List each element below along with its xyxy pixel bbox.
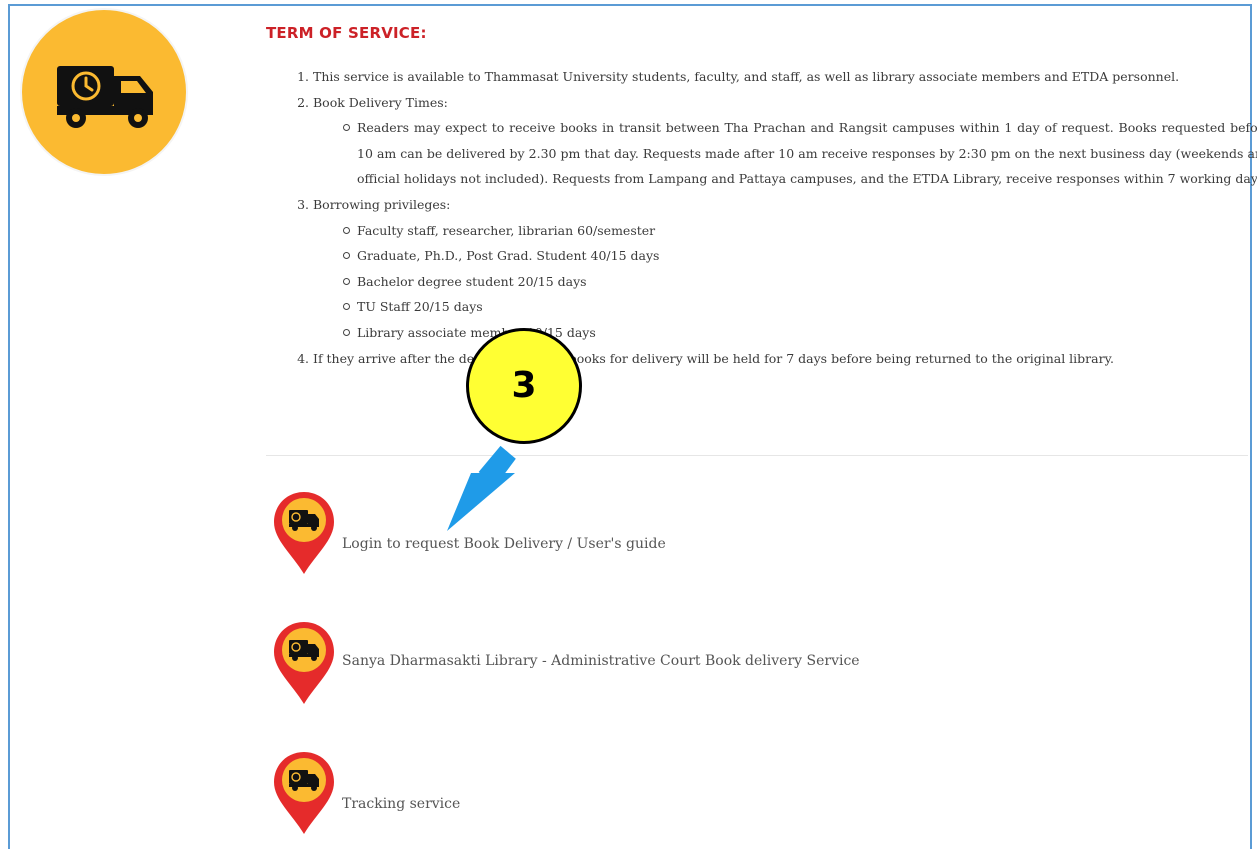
terms-item-text: If they arrive after the designated time… bbox=[313, 350, 1114, 366]
privilege-item: TU Staff 20/15 days bbox=[343, 294, 1257, 320]
delivery-times-list: Readers may expect to receive books in t… bbox=[313, 115, 1257, 192]
arrow-down-left-icon bbox=[447, 445, 516, 531]
terms-heading: TERM OF SERVICE: bbox=[266, 24, 427, 42]
tracking-service-label[interactable]: Tracking service bbox=[342, 793, 460, 815]
admin-court-delivery-label[interactable]: Sanya Dharmasakti Library - Administrati… bbox=[342, 650, 902, 672]
map-pin-truck-icon bbox=[274, 752, 334, 834]
terms-item: Book Delivery Times: Readers may expect … bbox=[313, 90, 1257, 192]
login-request-label[interactable]: Login to request Book Delivery / User's … bbox=[342, 533, 666, 555]
terms-item-text: Book Delivery Times: bbox=[313, 94, 448, 110]
section-divider bbox=[266, 455, 1248, 456]
map-pin-truck-icon bbox=[274, 622, 334, 704]
terms-item: This service is available to Thammasat U… bbox=[313, 64, 1257, 90]
terms-item: Borrowing privileges: Faculty staff, res… bbox=[313, 192, 1257, 346]
privilege-item: Graduate, Ph.D., Post Grad. Student 40/1… bbox=[343, 243, 1257, 269]
terms-item-text: This service is available to Thammasat U… bbox=[313, 69, 1180, 84]
delivery-truck-icon bbox=[20, 8, 188, 176]
privilege-item: Bachelor degree student 20/15 days bbox=[343, 269, 1257, 295]
delivery-times-item: Readers may expect to receive books in t… bbox=[343, 115, 1257, 192]
terms-item: If they arrive after the designated time… bbox=[313, 346, 1257, 372]
privilege-item: Faculty staff, researcher, librarian 60/… bbox=[343, 218, 1257, 244]
terms-list: This service is available to Thammasat U… bbox=[288, 64, 1257, 371]
map-pin-truck-icon bbox=[274, 492, 334, 574]
privileges-list: Faculty staff, researcher, librarian 60/… bbox=[313, 218, 1257, 346]
step-number-callout: 3 bbox=[466, 328, 582, 444]
terms-item-text: Borrowing privileges: bbox=[313, 196, 451, 212]
step-number: 3 bbox=[511, 365, 537, 406]
